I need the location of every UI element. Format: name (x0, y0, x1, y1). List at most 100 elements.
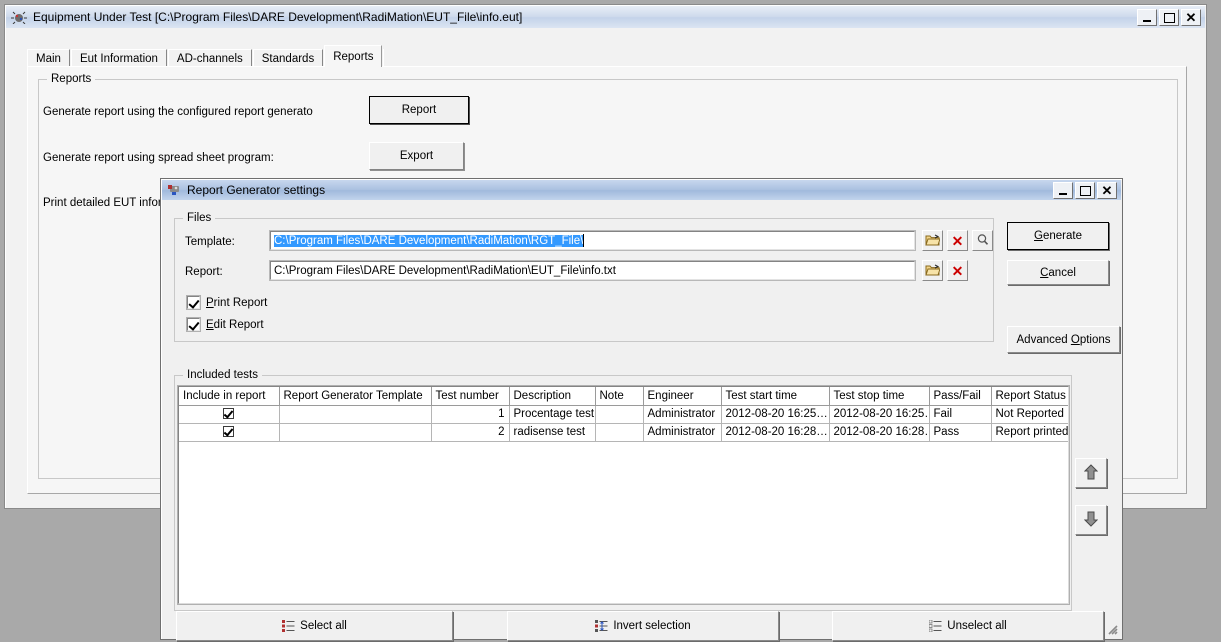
tab-eut-information[interactable]: Eut Information (71, 49, 167, 67)
col-report-generator-template[interactable]: Report Generator Template (279, 387, 431, 405)
cell-note (595, 405, 643, 423)
cell-report-status: Not Reported (991, 405, 1069, 423)
col-pass-fail[interactable]: Pass/Fail (929, 387, 991, 405)
generate-report-spreadsheet-label: Generate report using spread sheet progr… (43, 152, 274, 164)
table-header-row: Include in report Report Generator Templ… (179, 387, 1069, 405)
print-detailed-eut-label: Print detailed EUT inform (43, 197, 171, 209)
template-input-value: C:\Program Files\DARE Development\RadiMa… (274, 235, 583, 247)
search-magnifier-icon (976, 233, 989, 249)
delete-red-x-icon: ✕ (952, 234, 964, 248)
cell-stop-time: 2012-08-20 16:28… (829, 423, 929, 441)
template-clear-button[interactable]: ✕ (947, 230, 968, 251)
template-input[interactable]: C:\Program Files\DARE Development\RadiMa… (270, 231, 915, 250)
generate-report-generator-label: Generate report using the configured rep… (43, 106, 313, 118)
cell-start-time: 2012-08-20 16:28… (721, 423, 829, 441)
cell-report-status: Report printed (991, 423, 1069, 441)
col-test-number[interactable]: Test number (431, 387, 509, 405)
edit-report-label: Edit Report (206, 319, 264, 331)
template-open-folder-button[interactable] (922, 230, 943, 251)
reports-groupbox-label: Reports (47, 73, 95, 85)
report-button[interactable]: Report (369, 96, 469, 124)
invert-selection-label: Invert selection (613, 620, 690, 632)
cell-include[interactable] (179, 405, 279, 423)
tabstrip-filler (383, 49, 1187, 67)
report-input[interactable]: C:\Program Files\DARE Development\RadiMa… (270, 261, 915, 280)
tabstrip: Main Eut Information AD-channels Standar… (27, 45, 1187, 67)
col-test-start-time[interactable]: Test start time (721, 387, 829, 405)
cell-include[interactable] (179, 423, 279, 441)
delete-red-x-icon: ✕ (952, 264, 964, 278)
col-note[interactable]: Note (595, 387, 643, 405)
arrow-up-icon (1084, 464, 1098, 483)
dialog-title: Report Generator settings (187, 183, 325, 197)
cancel-button[interactable]: Cancel (1007, 260, 1109, 285)
print-report-checkbox-row[interactable]: Print Report (187, 296, 267, 309)
report-open-folder-button[interactable] (922, 260, 943, 281)
print-report-label: Print Report (206, 297, 267, 309)
bug-icon (11, 10, 27, 24)
included-tests-groupbox: Included tests Include in report Report … (174, 375, 1072, 611)
dialog-body: Files Template: C:\Program Files\DARE De… (162, 200, 1121, 638)
invert-selection-list-icon (595, 620, 608, 632)
table-row[interactable]: 1 Procentage test Administrator 2012-08-… (179, 405, 1069, 423)
move-up-button[interactable] (1075, 458, 1107, 488)
select-all-list-icon (282, 620, 295, 632)
open-folder-icon (925, 233, 940, 249)
tab-ad-channels[interactable]: AD-channels (168, 49, 252, 67)
cell-test-number: 1 (431, 405, 509, 423)
invert-selection-button[interactable]: Invert selection (507, 611, 779, 641)
export-button[interactable]: Export (369, 142, 464, 170)
report-input-value: C:\Program Files\DARE Development\RadiMa… (274, 265, 616, 277)
minimize-button[interactable] (1137, 9, 1157, 26)
report-clear-button[interactable]: ✕ (947, 260, 968, 281)
cell-description: Procentage test (509, 405, 595, 423)
edit-report-checkbox-row[interactable]: Edit Report (187, 318, 264, 331)
row-include-checkbox[interactable] (223, 426, 234, 437)
dialog-close-button[interactable]: ✕ (1097, 182, 1117, 199)
select-all-label: Select all (300, 620, 347, 632)
files-groupbox-label: Files (183, 212, 215, 224)
tab-reports[interactable]: Reports (324, 45, 382, 67)
dialog-minimize-button[interactable] (1053, 182, 1073, 199)
col-report-status[interactable]: Report Status (991, 387, 1069, 405)
cell-template (279, 423, 431, 441)
cell-description: radisense test (509, 423, 595, 441)
dialog-titlebar[interactable]: Report Generator settings ✕ (162, 180, 1121, 200)
table-row[interactable]: 2 radisense test Administrator 2012-08-2… (179, 423, 1069, 441)
arrow-down-icon (1084, 511, 1098, 530)
cell-template (279, 405, 431, 423)
move-down-button[interactable] (1075, 505, 1107, 535)
resize-grip[interactable] (1104, 621, 1118, 635)
tab-standards[interactable]: Standards (253, 49, 323, 67)
included-tests-grid[interactable]: Include in report Report Generator Templ… (178, 386, 1069, 604)
included-tests-groupbox-label: Included tests (183, 369, 262, 381)
select-all-button[interactable]: Select all (176, 611, 453, 641)
col-engineer[interactable]: Engineer (643, 387, 721, 405)
print-report-checkbox[interactable] (187, 296, 200, 309)
main-window-controls: ✕ (1137, 9, 1201, 26)
col-test-stop-time[interactable]: Test stop time (829, 387, 929, 405)
main-window-title: Equipment Under Test [C:\Program Files\D… (33, 10, 522, 24)
maximize-button[interactable] (1159, 9, 1179, 26)
template-label: Template: (185, 236, 235, 248)
edit-report-checkbox[interactable] (187, 318, 200, 331)
template-search-button[interactable] (972, 230, 993, 251)
cell-start-time: 2012-08-20 16:25… (721, 405, 829, 423)
text-caret (583, 234, 584, 247)
cell-engineer: Administrator (643, 405, 721, 423)
close-button[interactable]: ✕ (1181, 9, 1201, 26)
report-label: Report: (185, 266, 223, 278)
dialog-maximize-button[interactable] (1075, 182, 1095, 199)
cell-pass-fail: Fail (929, 405, 991, 423)
col-include-in-report[interactable]: Include in report (179, 387, 279, 405)
main-window-titlebar[interactable]: Equipment Under Test [C:\Program Files\D… (6, 6, 1205, 28)
tab-main[interactable]: Main (27, 49, 70, 67)
col-description[interactable]: Description (509, 387, 595, 405)
unselect-all-button[interactable]: Unselect all (832, 611, 1104, 641)
unselect-all-list-icon (929, 620, 942, 632)
report-generator-icon (167, 184, 182, 197)
cell-stop-time: 2012-08-20 16:25… (829, 405, 929, 423)
advanced-options-button[interactable]: Advanced Options (1007, 326, 1120, 353)
row-include-checkbox[interactable] (223, 408, 234, 419)
generate-button[interactable]: Generate (1007, 222, 1109, 250)
